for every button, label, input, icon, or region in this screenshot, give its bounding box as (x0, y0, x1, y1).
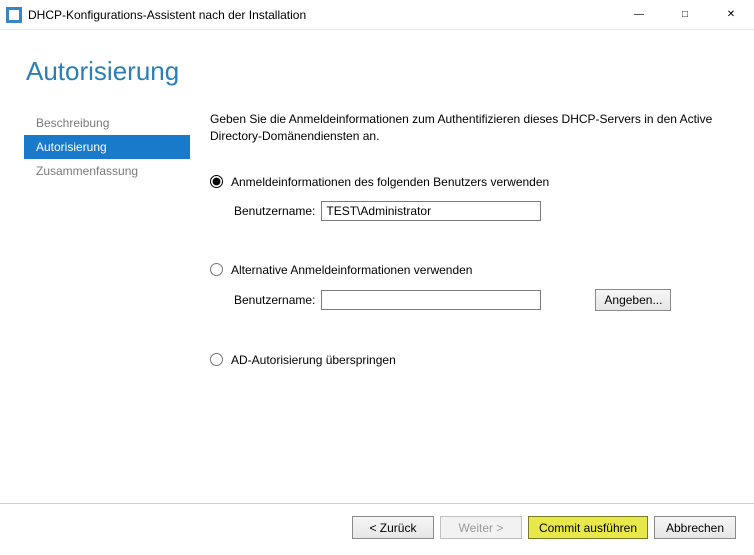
window-controls: ― □ ✕ (616, 0, 754, 30)
next-button: Weiter > (440, 516, 522, 539)
username-input-1[interactable] (321, 201, 541, 221)
specify-button[interactable]: Angeben... (595, 289, 671, 311)
username-label-2: Benutzername: (234, 293, 315, 307)
option-skip-authorization: AD-Autorisierung überspringen (210, 353, 724, 367)
radio-alternate-user-row[interactable]: Alternative Anmeldeinformationen verwend… (210, 263, 724, 277)
radio-skip-label: AD-Autorisierung überspringen (231, 353, 396, 367)
instructions-text: Geben Sie die Anmeldeinformationen zum A… (210, 111, 724, 145)
maximize-button[interactable]: □ (662, 0, 708, 30)
content-area: Beschreibung Autorisierung Zusammenfassu… (0, 87, 754, 409)
radio-current-user-label: Anmeldeinformationen des folgenden Benut… (231, 175, 549, 189)
radio-current-user-row[interactable]: Anmeldeinformationen des folgenden Benut… (210, 175, 724, 189)
page-title: Autorisierung (0, 30, 754, 87)
username-input-2[interactable] (321, 290, 541, 310)
wizard-steps-sidebar: Beschreibung Autorisierung Zusammenfassu… (0, 111, 190, 409)
window-title: DHCP-Konfigurations-Assistent nach der I… (28, 8, 616, 22)
main-panel: Geben Sie die Anmeldeinformationen zum A… (190, 111, 754, 409)
sidebar-item-summary[interactable]: Zusammenfassung (26, 159, 190, 183)
app-icon (6, 7, 22, 23)
radio-skip[interactable] (210, 353, 223, 366)
wizard-button-row: < Zurück Weiter > Commit ausführen Abbre… (0, 503, 754, 539)
sidebar-item-authorization[interactable]: Autorisierung (24, 135, 190, 159)
radio-alternate-user[interactable] (210, 263, 223, 276)
current-user-field-row: Benutzername: (210, 201, 724, 221)
radio-skip-row[interactable]: AD-Autorisierung überspringen (210, 353, 724, 367)
back-button[interactable]: < Zurück (352, 516, 434, 539)
minimize-button[interactable]: ― (616, 0, 662, 30)
commit-button[interactable]: Commit ausführen (528, 516, 648, 539)
cancel-button[interactable]: Abbrechen (654, 516, 736, 539)
alternate-user-field-row: Benutzername: Angeben... (210, 289, 724, 311)
sidebar-item-description[interactable]: Beschreibung (26, 111, 190, 135)
username-label-1: Benutzername: (234, 204, 315, 218)
radio-alternate-user-label: Alternative Anmeldeinformationen verwend… (231, 263, 472, 277)
close-button[interactable]: ✕ (708, 0, 754, 30)
titlebar: DHCP-Konfigurations-Assistent nach der I… (0, 0, 754, 30)
radio-current-user[interactable] (210, 175, 223, 188)
option-current-user: Anmeldeinformationen des folgenden Benut… (210, 175, 724, 221)
option-alternate-user: Alternative Anmeldeinformationen verwend… (210, 263, 724, 311)
